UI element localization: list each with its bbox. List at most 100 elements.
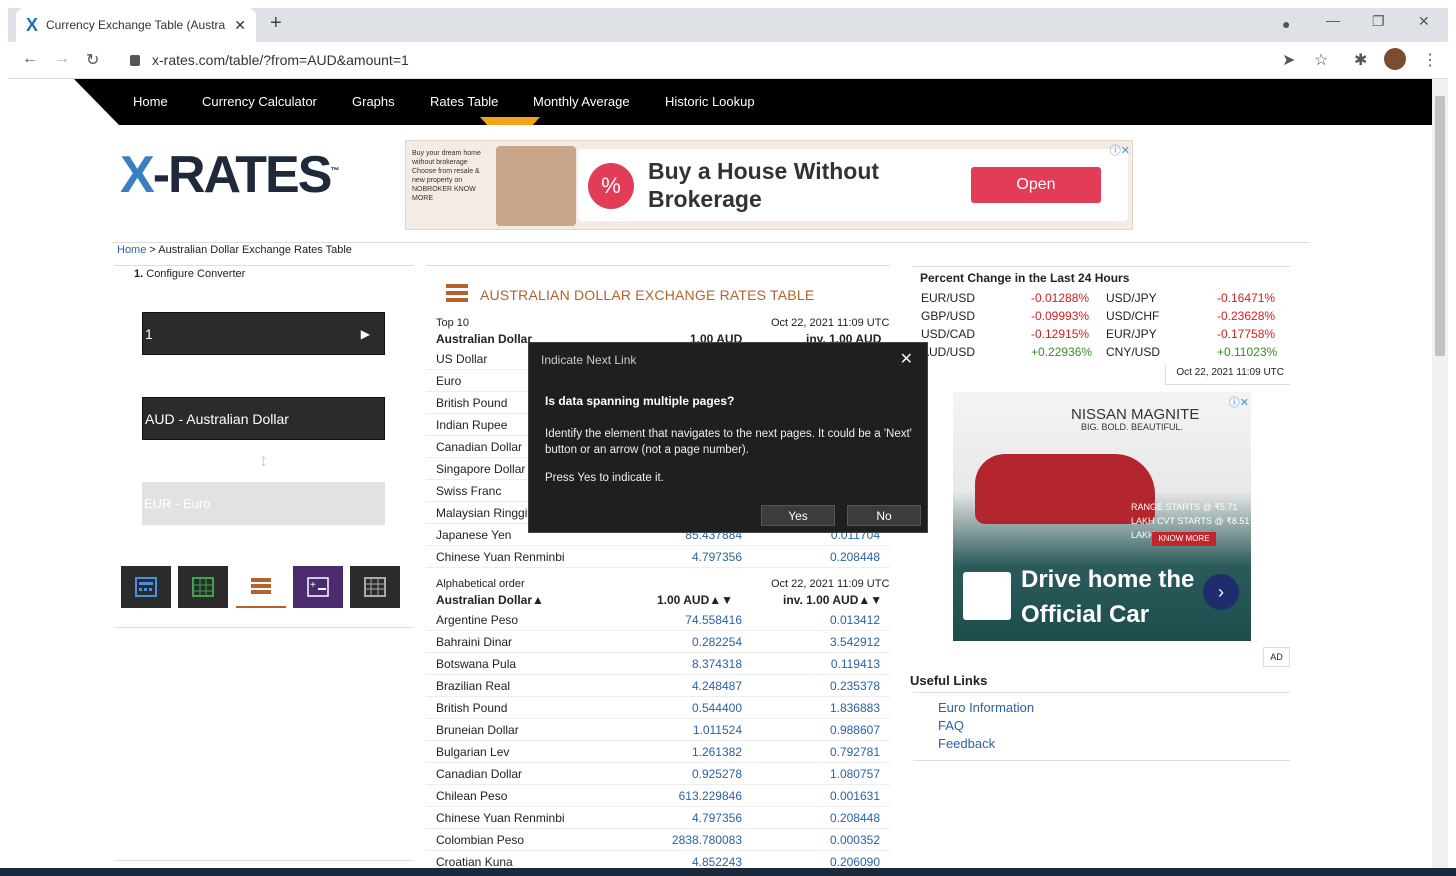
breadcrumb: Home > Australian Dollar Exchange Rates …	[117, 244, 352, 256]
rate-link[interactable]: 4.248487	[692, 679, 742, 693]
pair-label[interactable]: CNY/USD	[1106, 345, 1160, 359]
ad-choices-icon[interactable]: ⓘ✕	[1229, 394, 1249, 410]
send-icon[interactable]: ➤	[1282, 50, 1295, 70]
inverse-rate-link[interactable]: 0.013412	[830, 613, 880, 627]
calculator-icon[interactable]	[121, 566, 171, 608]
rate-link[interactable]: 0.544400	[692, 701, 742, 715]
inverse-rate-link[interactable]: 0.235378	[830, 679, 880, 693]
currency-name: Chinese Yuan Renminbi	[436, 811, 565, 825]
inverse-rate-link[interactable]: 0.208448	[830, 811, 880, 825]
amount-input[interactable]: 1 ▶	[142, 312, 385, 355]
minimize-icon[interactable]: —	[1326, 12, 1340, 28]
indicate-next-link-dialog: Indicate Next Link ✕ Is data spanning mu…	[528, 342, 928, 533]
link-feedback[interactable]: Feedback	[938, 736, 995, 751]
inverse-rate-link[interactable]: 0.206090	[830, 855, 880, 869]
side-ad[interactable]: NISSAN MAGNITE BIG. BOLD. BEAUTIFUL. RAN…	[953, 392, 1251, 641]
nav-monthly-average[interactable]: Monthly Average	[533, 94, 630, 109]
currency-name: US Dollar	[436, 352, 488, 366]
bookmark-star-icon[interactable]: ☆	[1314, 50, 1328, 70]
rate-link[interactable]: 4.797356	[692, 811, 742, 825]
pair-label[interactable]: AUD/USD	[921, 345, 975, 359]
to-currency-select[interactable]: EUR - Euro	[142, 482, 385, 525]
from-currency-select[interactable]: AUD - Australian Dollar	[142, 397, 385, 440]
percent-change-title: Percent Change in the Last 24 Hours	[920, 271, 1130, 285]
ad-know-more-button[interactable]: KNOW MORE	[1152, 532, 1216, 546]
more-menu-icon[interactable]: ⋮	[1422, 50, 1438, 70]
pair-label[interactable]: USD/CAD	[921, 327, 975, 341]
inverse-rate-link[interactable]: 0.000352	[830, 833, 880, 847]
xrates-logo[interactable]: X-RATES™	[120, 145, 339, 205]
avatar[interactable]	[1384, 48, 1406, 70]
rates-table-icon[interactable]	[236, 566, 286, 608]
inverse-rate-link[interactable]: 0.988607	[830, 723, 880, 737]
nav-rates-table[interactable]: Rates Table	[430, 94, 498, 109]
rate-link[interactable]: 74.558416	[685, 613, 742, 627]
inverse-rate-link[interactable]: 1.836883	[830, 701, 880, 715]
nav-historic-lookup[interactable]: Historic Lookup	[665, 94, 755, 109]
rate-link[interactable]: 2838.780083	[672, 833, 742, 847]
pair-label[interactable]: GBP/USD	[921, 309, 975, 323]
rate-link[interactable]: 1.011524	[693, 723, 742, 737]
table-row: Canadian Dollar 0.925278 1.080757	[426, 763, 890, 785]
extensions-icon[interactable]: ✱	[1354, 50, 1367, 70]
alpha-col-inverse-header[interactable]: inv. 1.00 AUD▲▼	[783, 593, 882, 607]
play-icon[interactable]: ▶	[361, 313, 370, 356]
percent-value: -0.09993%	[1031, 309, 1090, 323]
ad-choices-icon[interactable]: ⓘ✕	[1110, 142, 1130, 158]
historic-lookup-icon[interactable]	[350, 566, 400, 608]
nav-home[interactable]: Home	[133, 94, 168, 109]
alpha-col-amount-header[interactable]: 1.00 AUD▲▼	[657, 593, 733, 607]
ad-open-button[interactable]: Open	[971, 167, 1101, 203]
table-row: Botswana Pula 8.374318 0.119413	[426, 653, 890, 675]
pair-label[interactable]: EUR/JPY	[1106, 327, 1157, 341]
close-window-icon[interactable]: ✕	[1418, 13, 1430, 30]
inverse-rate-link[interactable]: 0.119413	[831, 657, 880, 671]
browser-tab[interactable]: X Currency Exchange Table (Austra ✕	[16, 8, 256, 42]
chevron-right-icon[interactable]: ›	[1203, 574, 1239, 610]
close-icon[interactable]: ✕	[900, 349, 913, 369]
alpha-date: Oct 22, 2021 11:09 UTC	[771, 578, 890, 590]
rate-link[interactable]: 4.852243	[692, 855, 742, 869]
nav-currency-calculator[interactable]: Currency Calculator	[202, 94, 317, 109]
inverse-rate-link[interactable]: 0.001631	[830, 789, 880, 803]
breadcrumb-home-link[interactable]: Home	[117, 244, 146, 256]
rate-link[interactable]: 4.797356	[692, 550, 742, 564]
scrollbar-thumb[interactable]	[1435, 96, 1445, 356]
swap-arrows-icon[interactable]: ↕	[259, 450, 268, 471]
graphs-icon[interactable]	[178, 566, 228, 608]
close-tab-icon[interactable]: ✕	[234, 17, 246, 34]
inverse-rate-link[interactable]: 0.208448	[830, 550, 880, 564]
link-euro-information[interactable]: Euro Information	[938, 700, 1034, 715]
currency-name: Japanese Yen	[436, 528, 512, 542]
currency-name: Singapore Dollar	[436, 462, 526, 476]
profile-menu-icon[interactable]: ●	[1282, 16, 1290, 32]
inverse-rate-link[interactable]: 3.542912	[830, 635, 880, 649]
rate-link[interactable]: 8.374318	[692, 657, 742, 671]
top-banner-ad[interactable]: Buy your dream home without brokerage Ch…	[405, 140, 1133, 230]
rate-link[interactable]: 1.261382	[692, 745, 742, 759]
alpha-base-header[interactable]: Australian Dollar▲	[436, 593, 544, 607]
inverse-rate-link[interactable]: 0.792781	[830, 745, 880, 759]
inverse-rate-link[interactable]: 1.080757	[830, 767, 880, 781]
dialog-prompt: Press Yes to indicate it.	[545, 472, 664, 484]
restore-icon[interactable]: ❐	[1372, 13, 1385, 30]
monthly-average-icon[interactable]: +	[293, 566, 343, 608]
nav-graphs[interactable]: Graphs	[352, 94, 395, 109]
back-icon[interactable]: ←	[22, 50, 38, 68]
pair-label[interactable]: USD/CHF	[1106, 309, 1159, 323]
rate-link[interactable]: 613.229846	[679, 789, 742, 803]
reload-icon[interactable]: ↻	[86, 50, 99, 70]
link-faq[interactable]: FAQ	[938, 718, 964, 733]
new-tab-icon[interactable]: +	[270, 12, 282, 35]
pair-label[interactable]: EUR/USD	[921, 291, 975, 305]
url-field[interactable]: x-rates.com/table/?from=AUD&amount=1	[120, 46, 1320, 74]
rate-link[interactable]: 0.282254	[692, 635, 742, 649]
alpha-label: Alphabetical order	[436, 578, 525, 590]
no-button[interactable]: No	[847, 505, 921, 526]
pair-label[interactable]: USD/JPY	[1106, 291, 1157, 305]
rate-link[interactable]: 0.925278	[692, 767, 742, 781]
forward-icon[interactable]: →	[54, 50, 70, 68]
percent-value: +0.22936%	[1031, 345, 1093, 359]
yes-button[interactable]: Yes	[761, 505, 835, 526]
percent-value: -0.16471%	[1217, 291, 1276, 305]
